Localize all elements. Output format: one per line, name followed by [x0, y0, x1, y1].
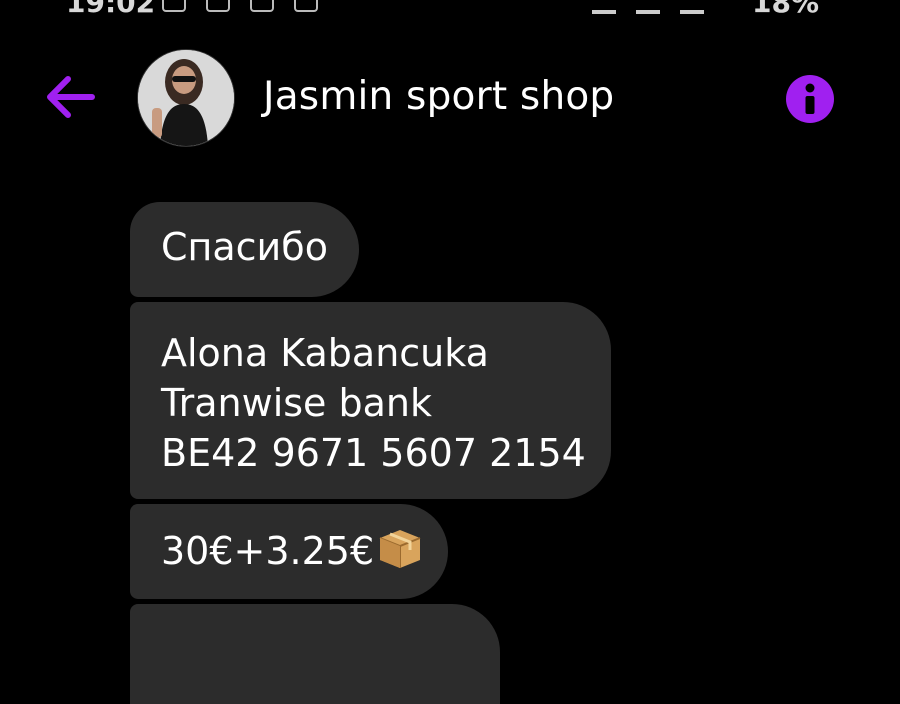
info-icon: [805, 83, 815, 114]
chat-header: Jasmin sport shop: [0, 40, 900, 160]
message-text: Tranwise bank: [161, 381, 433, 425]
signal-icon: [680, 0, 704, 14]
message-bubble[interactable]: Alona Kabancuka Tranwise bank BE42 9671 …: [130, 302, 611, 499]
message-bubble[interactable]: 30€+3.25€: [130, 504, 448, 599]
mail-icon: [250, 0, 274, 12]
info-button[interactable]: [786, 75, 834, 123]
message-bubble[interactable]: Спасибо: [130, 202, 359, 297]
mute-icon: [636, 0, 660, 14]
back-button[interactable]: [44, 74, 96, 120]
avatar[interactable]: [138, 50, 234, 146]
notification-icon: [162, 0, 186, 12]
contact-name[interactable]: Jasmin sport shop: [263, 74, 614, 119]
message-bubble-partial[interactable]: [130, 604, 500, 704]
messenger-icon: [294, 0, 318, 12]
arrow-left-icon: [47, 76, 95, 118]
photo-icon: [206, 0, 230, 12]
notification-icons: [162, 0, 318, 12]
status-time: 19:02: [66, 0, 156, 19]
message-text: Alona Kabancuka: [161, 331, 489, 375]
profile-photo: [138, 50, 234, 146]
status-bar: 19:02 18%: [0, 0, 900, 19]
battery-percentage: 18%: [752, 0, 820, 19]
alarm-icon: [592, 0, 616, 14]
message-text: 30€+3.25€: [161, 529, 375, 573]
package-box-icon: [376, 524, 424, 582]
message-text: BE42 9671 5607 2154: [161, 431, 586, 475]
system-icons: [592, 0, 704, 14]
message-text: Спасибо: [161, 225, 328, 269]
